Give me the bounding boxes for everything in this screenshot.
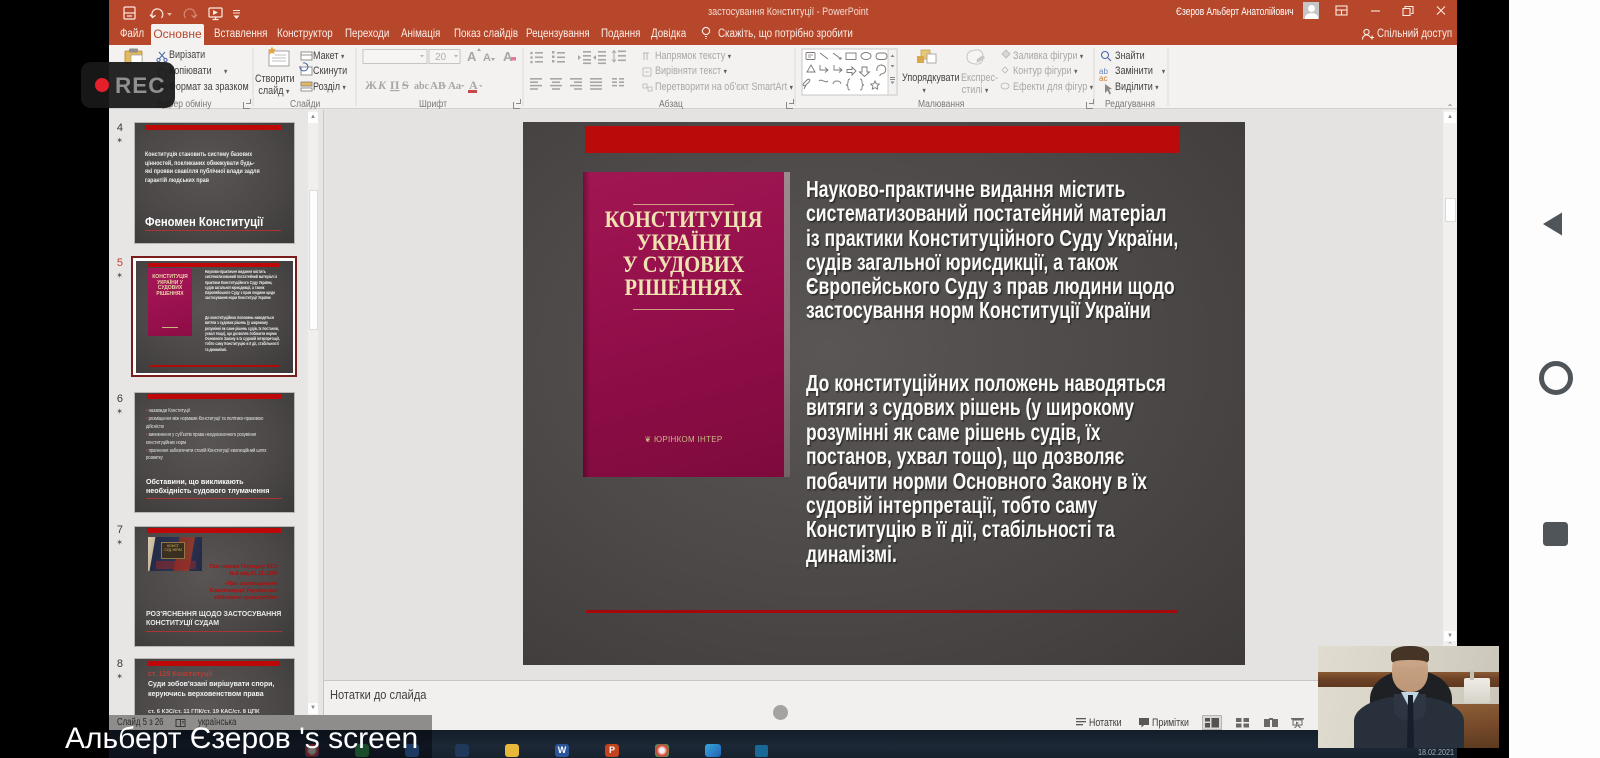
svg-text:abc: abc	[414, 81, 430, 92]
svg-text:А: А	[469, 78, 478, 92]
svg-text:A: A	[503, 49, 513, 64]
svg-text:Аа: Аа	[448, 80, 462, 92]
svg-text:20: 20	[435, 52, 447, 63]
svg-text:A: A	[467, 49, 477, 64]
svg-text:A: A	[483, 52, 491, 64]
svg-text:ac: ac	[1099, 74, 1107, 83]
svg-text:S: S	[402, 78, 409, 92]
svg-text:П: П	[390, 78, 400, 92]
svg-text:К: К	[377, 78, 387, 92]
svg-text:Ж: Ж	[365, 78, 377, 92]
svg-text:АВ: АВ	[430, 80, 446, 92]
